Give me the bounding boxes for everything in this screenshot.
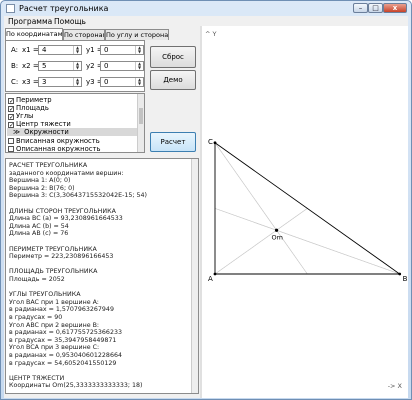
plot-panel: ^ Y -> X A B C Om: [202, 26, 408, 398]
y3-input[interactable]: 0 ▲ ▼: [100, 77, 144, 87]
spin-arrows-icon[interactable]: ▲ ▼: [135, 46, 143, 54]
result-line: Вершина 1: A(0; 0): [9, 177, 71, 185]
result-line: Вершина 3: C(3,30643715532042E-15; 54): [9, 192, 147, 200]
vertex-a-label: A:: [11, 46, 19, 54]
options-checklist: ✓ Периметр ✓ Площадь ✓ Углы ✓ Центр тяжести …: [5, 93, 145, 153]
result-line: ПЛОЩАДЬ ТРЕУГОЛЬНИКА: [9, 268, 98, 276]
y1-input[interactable]: 0 ▲ ▼: [100, 45, 144, 55]
result-line: в градусах = 35,3947958449871: [9, 336, 117, 344]
spin-arrows-icon[interactable]: ▲ ▼: [73, 78, 81, 86]
vertex-label: B: [403, 275, 408, 283]
tab-by-coordinates[interactable]: По координатам: [5, 28, 63, 40]
triangle-plot: A B C Om: [208, 138, 408, 283]
result-line: Площадь = 2052: [9, 276, 65, 283]
result-line: Угол BAC при 1 вершине A:: [9, 298, 99, 306]
x3-label: x3 =: [22, 78, 39, 86]
app-icon: [6, 4, 15, 13]
minimize-button[interactable]: –: [353, 3, 368, 13]
guide-line: [214, 208, 308, 275]
title-bar[interactable]: Расчет треугольника – □ x: [1, 1, 411, 16]
result-line: в градусах = 54,6052041550129: [9, 359, 117, 367]
result-line: ДЛИНЫ СТОРОН ТРЕУГОЛЬНИКА: [9, 207, 116, 215]
checklist-scrollbar[interactable]: [137, 94, 144, 152]
guide-line: [214, 208, 400, 275]
x2-input[interactable]: 5 ▲ ▼: [38, 61, 82, 71]
option-area[interactable]: ✓ Площадь: [8, 104, 49, 113]
spin-arrows-icon[interactable]: ▲ ▼: [73, 62, 81, 70]
scroll-thumb[interactable]: [139, 108, 143, 124]
result-line: заданного координатами вершин:: [9, 169, 124, 177]
coordinates-tab-page: A: x1 = 4 ▲ ▼ y1 = 0 ▲ ▼ B: x2 = 5 ▲ ▼ y2 =: [5, 40, 145, 92]
x1-label: x1 =: [22, 46, 39, 54]
vertex-c-label: C:: [11, 78, 19, 86]
menu-bar: Программа Помощь: [4, 16, 408, 26]
result-line: Координаты Om(25,3333333333333; 18): [9, 382, 143, 390]
checkbox-unchecked-icon[interactable]: [8, 138, 14, 144]
vertex-label: C: [208, 138, 213, 146]
result-line: Длина AB (c) = 76: [9, 230, 69, 238]
x2-label: x2 =: [22, 62, 39, 70]
spin-arrows-icon[interactable]: ▲ ▼: [135, 62, 143, 70]
vertex-point: [398, 272, 402, 276]
window-title: Расчет треугольника: [19, 4, 109, 13]
option-circumscribed-circle[interactable]: Описанная окружность: [8, 145, 100, 152]
x3-input[interactable]: 3 ▲ ▼: [38, 77, 82, 87]
result-line: в радианах = 0,617755725366233: [9, 329, 122, 337]
centroid-label: Om: [272, 233, 283, 241]
client-area: По координатам По сторонам По углу и сто…: [4, 26, 408, 398]
x1-input[interactable]: 4 ▲ ▼: [38, 45, 82, 55]
left-panel: По координатам По сторонам По углу и сто…: [4, 26, 200, 398]
menu-program[interactable]: Программа: [8, 17, 52, 26]
y2-input[interactable]: 0 ▲ ▼: [100, 61, 144, 71]
result-line: ПЕРИМЕТР ТРЕУГОЛЬНИКА: [9, 245, 97, 253]
result-line: Угол ABC при 2 вершине B:: [9, 321, 100, 329]
menu-help[interactable]: Помощь: [54, 17, 86, 26]
result-line: РАСЧЕТ ТРЕУГОЛЬНИКА: [9, 162, 88, 169]
spin-arrows-icon[interactable]: ▲ ▼: [73, 46, 81, 54]
result-line: Периметр = 223,230896166453: [9, 253, 114, 261]
result-line: в радианах = 0,953040601228664: [9, 352, 122, 359]
option-inscribed-circle[interactable]: Вписанная окружность: [8, 137, 100, 145]
centroid-point: [274, 228, 279, 232]
demo-button[interactable]: Демо: [150, 70, 196, 90]
vertex-label: A: [208, 275, 213, 283]
results-output[interactable]: РАСЧЕТ ТРЕУГОЛЬНИКА заданного координатам…: [5, 158, 199, 394]
collapse-chevron-icon[interactable]: ≫: [13, 128, 20, 136]
reset-button[interactable]: Сброс: [150, 46, 196, 68]
option-centroid[interactable]: ✓ Центр тяжести: [8, 120, 71, 129]
app-window: Расчет треугольника – □ x Программа Помо…: [0, 0, 412, 400]
result-line: Длина AC (b) = 54: [9, 222, 69, 230]
close-button[interactable]: x: [383, 3, 407, 13]
guide-line: [214, 142, 308, 275]
result-line: в градусах = 90: [9, 314, 63, 321]
vertex-point: [213, 141, 217, 145]
option-angles[interactable]: ✓ Углы: [8, 112, 33, 121]
option-perimeter[interactable]: ✓ Периметр: [8, 96, 52, 105]
results-scrollbar[interactable]: [191, 159, 198, 393]
result-line: Угол BCA при 3 вершине C:: [9, 344, 100, 352]
calculate-button[interactable]: Расчет: [150, 132, 196, 152]
group-circles[interactable]: ≫ Окружности: [7, 128, 138, 136]
tab-by-angle-and-sides[interactable]: По углу и сторонам: [105, 29, 169, 40]
result-line: УГЛЫ ТРЕУГОЛЬНИКА: [9, 291, 81, 299]
result-line: Вершина 2: B(76; 0): [9, 184, 75, 192]
result-line: ЦЕНТР ТЯЖЕСТИ: [9, 374, 65, 382]
vertex-b-label: B:: [11, 62, 19, 70]
tab-by-sides[interactable]: По сторонам: [63, 29, 105, 40]
checkbox-unchecked-icon[interactable]: [8, 146, 14, 152]
result-line: Длина BC (a) = 93,2308961664533: [9, 215, 123, 223]
vertex-point: [213, 272, 217, 276]
result-line: в радианах = 1,5707963267949: [9, 306, 114, 314]
maximize-button[interactable]: □: [368, 3, 383, 13]
spin-arrows-icon[interactable]: ▲ ▼: [135, 78, 143, 86]
